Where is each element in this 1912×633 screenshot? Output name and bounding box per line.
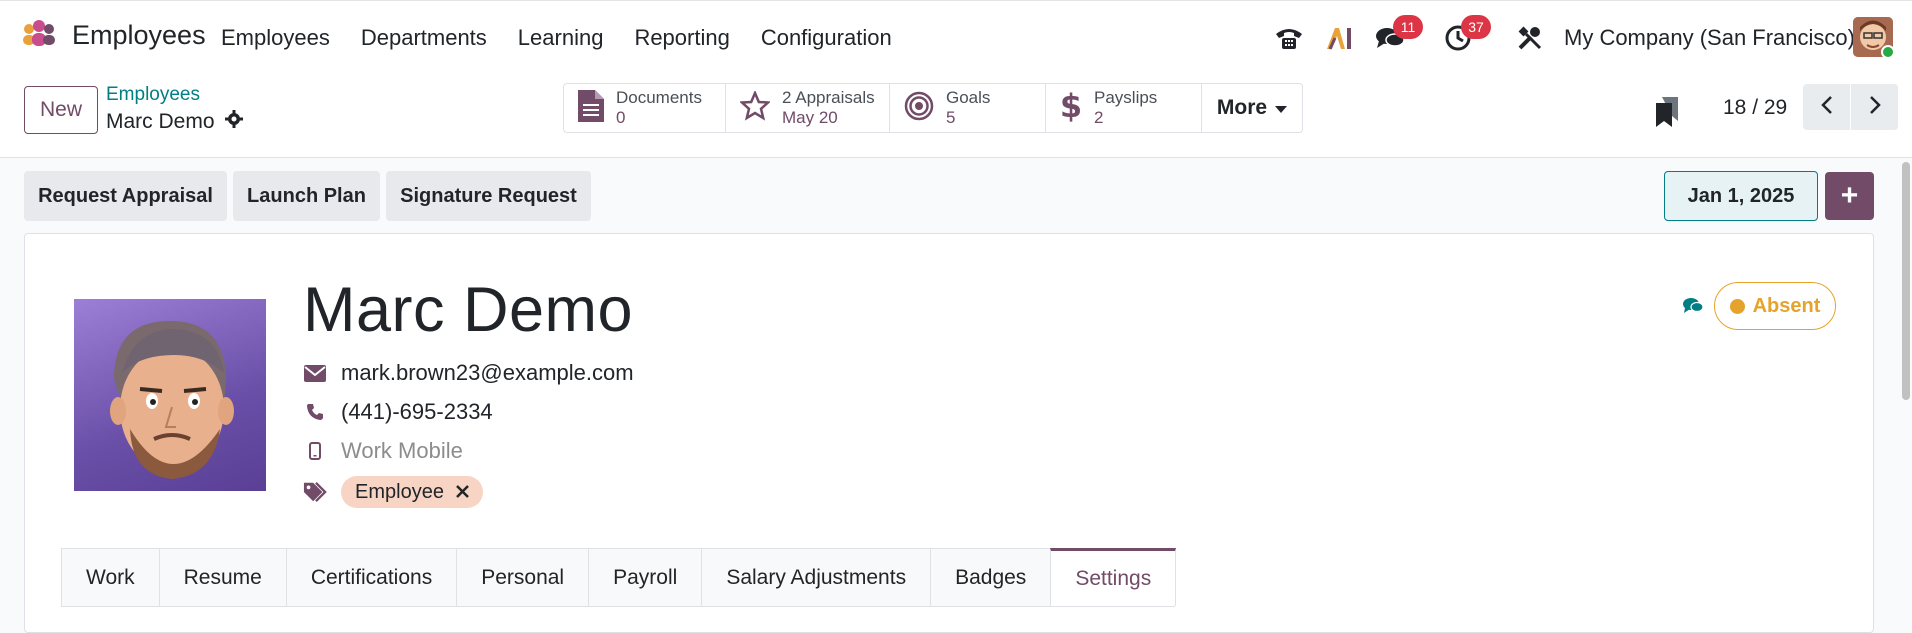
breadcrumb-parent[interactable]: Employees: [106, 84, 200, 106]
remove-tag-icon[interactable]: [456, 481, 469, 504]
menu-configuration[interactable]: Configuration: [761, 25, 892, 51]
scrollbar[interactable]: [1902, 162, 1910, 400]
menu-departments[interactable]: Departments: [361, 25, 487, 51]
tab-work[interactable]: Work: [61, 548, 160, 606]
ai-icon[interactable]: [1323, 21, 1357, 55]
email-field[interactable]: mark.brown23@example.com: [303, 360, 634, 386]
appraisals-button[interactable]: 2 Appraisals May 20: [726, 84, 890, 132]
svg-text:$: $: [1060, 89, 1082, 123]
smart-buttons: Documents 0 2 Appraisals May 20 Goals 5 $ P…: [563, 83, 1303, 133]
request-appraisal-button[interactable]: Request Appraisal: [24, 171, 227, 221]
tab-settings[interactable]: Settings: [1050, 548, 1177, 606]
chevron-left-icon: [1820, 95, 1833, 120]
document-icon: [578, 89, 604, 127]
payslips-button[interactable]: $ Payslips 2: [1046, 84, 1202, 132]
tags-field[interactable]: Employee: [303, 476, 483, 508]
breadcrumb-current: Marc Demo: [106, 110, 215, 133]
signature-request-button[interactable]: Signature Request: [386, 171, 591, 221]
launch-plan-button[interactable]: Launch Plan: [233, 171, 380, 221]
mobile-icon: [303, 442, 327, 460]
employee-photo[interactable]: [74, 299, 266, 491]
appraisals-label: 2 Appraisals: [782, 88, 875, 107]
more-label: More: [1216, 96, 1268, 119]
dollar-icon: $: [1060, 87, 1082, 128]
messages-icon[interactable]: 11: [1373, 15, 1423, 55]
employee-name[interactable]: Marc Demo: [303, 274, 633, 346]
tab-salary-adjustments[interactable]: Salary Adjustments: [701, 548, 932, 606]
tab-badges[interactable]: Badges: [930, 548, 1052, 606]
presence-indicator: [1881, 45, 1895, 59]
email-value: mark.brown23@example.com: [341, 360, 634, 385]
previous-button[interactable]: [1803, 84, 1851, 130]
phone-icon[interactable]: [1272, 21, 1306, 55]
goals-button[interactable]: Goals 5: [890, 84, 1046, 132]
chat-icon[interactable]: [1682, 296, 1704, 319]
bookmark-icon[interactable]: [1656, 97, 1680, 132]
chevron-right-icon: [1869, 95, 1881, 120]
new-button[interactable]: New: [24, 86, 98, 134]
top-navbar: Employees Employees Departments Learning…: [0, 0, 1912, 76]
tab-payroll[interactable]: Payroll: [588, 548, 703, 606]
tags-icon: [303, 481, 327, 503]
breadcrumb: Marc Demo: [106, 110, 243, 134]
form-tabs: Work Resume Certifications Personal Payr…: [61, 548, 1177, 607]
tools-icon[interactable]: [1513, 21, 1547, 55]
next-button[interactable]: [1851, 84, 1899, 130]
payslips-label: Payslips: [1094, 88, 1158, 107]
employees-app-icon: [20, 19, 58, 52]
menu-reporting[interactable]: Reporting: [634, 25, 729, 51]
messages-badge: 11: [1393, 15, 1423, 39]
goals-label: Goals: [946, 88, 991, 107]
phone-field[interactable]: (441)-695-2334: [303, 399, 493, 425]
app-title: Employees: [72, 20, 206, 50]
control-panel: New Employees Marc Demo Documents 0 2 App…: [0, 76, 1912, 158]
form-sheet: Marc Demo mark.brown23@example.com (441)…: [24, 233, 1874, 633]
presence-status-label: Absent: [1752, 294, 1821, 317]
presence-status-badge: Absent: [1714, 282, 1836, 330]
goals-value: 5: [946, 108, 956, 127]
activities-badge: 37: [1461, 15, 1491, 39]
company-switcher[interactable]: My Company (San Francisco): [1564, 25, 1855, 51]
phone-value: (441)-695-2334: [341, 399, 493, 424]
tag-label: Employee: [355, 480, 444, 503]
add-button[interactable]: +: [1825, 172, 1874, 220]
app-brand[interactable]: Employees: [20, 19, 206, 52]
tab-personal[interactable]: Personal: [456, 548, 590, 606]
tab-resume[interactable]: Resume: [158, 548, 287, 606]
date-button[interactable]: Jan 1, 2025: [1664, 171, 1818, 221]
documents-button[interactable]: Documents 0: [564, 84, 726, 132]
documents-value: 0: [616, 108, 626, 127]
menu-learning[interactable]: Learning: [518, 25, 604, 51]
pager-buttons: [1803, 84, 1899, 130]
appraisals-value: May 20: [782, 108, 838, 127]
absent-dot-icon: [1729, 298, 1745, 314]
caret-down-icon: [1275, 96, 1288, 120]
menu-employees[interactable]: Employees: [221, 25, 330, 51]
work-mobile-placeholder: Work Mobile: [341, 438, 463, 463]
documents-label: Documents: [616, 88, 702, 107]
phone-handset-icon: [303, 403, 327, 421]
star-icon: [738, 89, 772, 126]
payslips-value: 2: [1094, 108, 1104, 127]
more-dropdown[interactable]: More: [1202, 84, 1302, 132]
pager-value[interactable]: 18 / 29: [1723, 96, 1787, 120]
target-icon: [904, 91, 934, 126]
gear-icon[interactable]: [224, 110, 243, 134]
main-menu: Employees Departments Learning Reporting…: [221, 25, 892, 51]
activities-icon[interactable]: 37: [1441, 15, 1491, 55]
work-mobile-field[interactable]: Work Mobile: [303, 438, 463, 464]
envelope-icon: [303, 364, 327, 382]
tab-certifications[interactable]: Certifications: [285, 548, 458, 606]
employee-tag: Employee: [341, 476, 483, 508]
